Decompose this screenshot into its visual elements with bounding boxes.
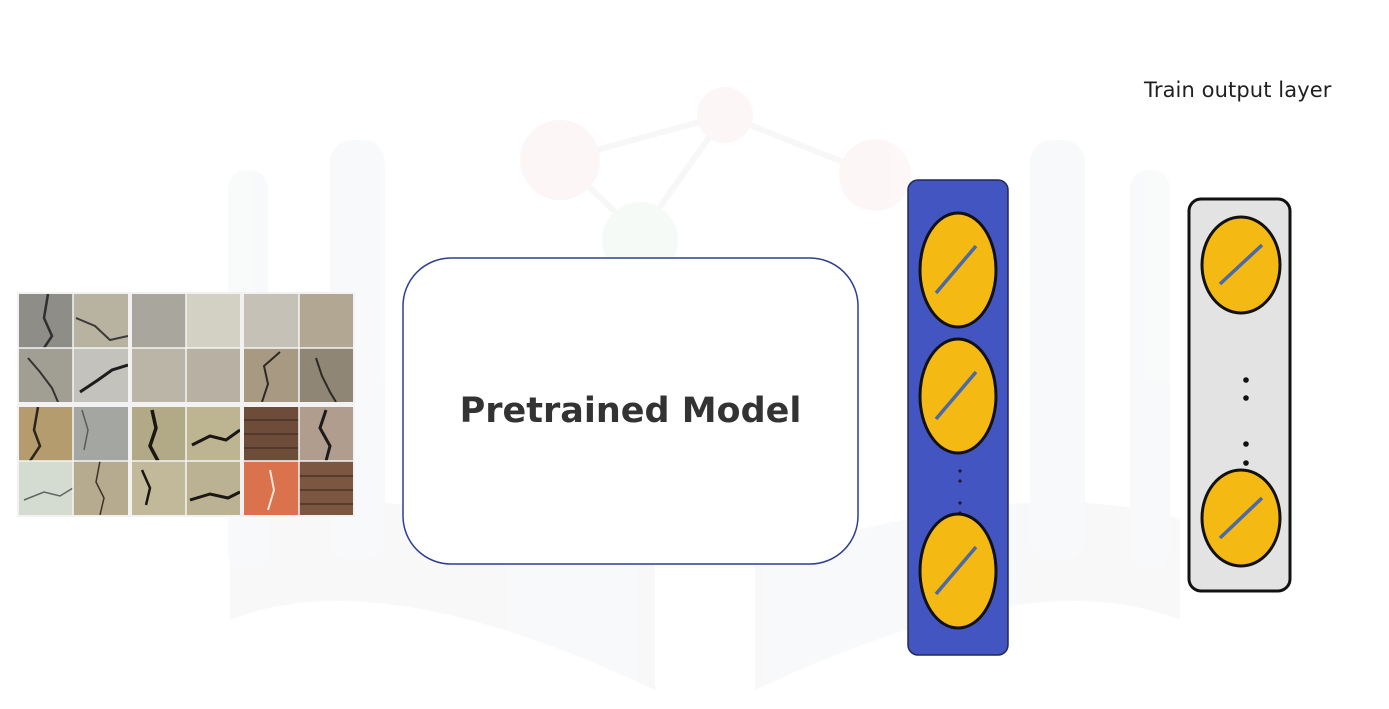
- neuron-linear-activation-icon: [1200, 215, 1282, 315]
- pretrained-model-label: Pretrained Model: [459, 391, 802, 431]
- watermark-network-node: [839, 139, 911, 211]
- crack-image-panel: [132, 407, 240, 515]
- input-image-grid: [17, 292, 355, 517]
- watermark-network-node: [520, 120, 600, 200]
- neuron-linear-activation-icon: [918, 211, 998, 329]
- neuron-linear-activation-icon: [918, 337, 998, 455]
- crack-image-panel: [132, 294, 240, 402]
- output-layer-title: Train output layer: [1144, 78, 1332, 102]
- watermark-pillar-right: [1130, 170, 1170, 570]
- crack-image-panel: [19, 294, 128, 402]
- neuron-linear-activation-icon: [1200, 468, 1282, 568]
- crack-image-panel: [244, 407, 353, 515]
- crack-image-panel: [244, 294, 353, 402]
- neuron-linear-activation-icon: [918, 512, 998, 630]
- crack-image-panel: [19, 407, 128, 515]
- watermark-network-node: [697, 87, 753, 143]
- watermark-pillar-mid-right: [1030, 140, 1085, 560]
